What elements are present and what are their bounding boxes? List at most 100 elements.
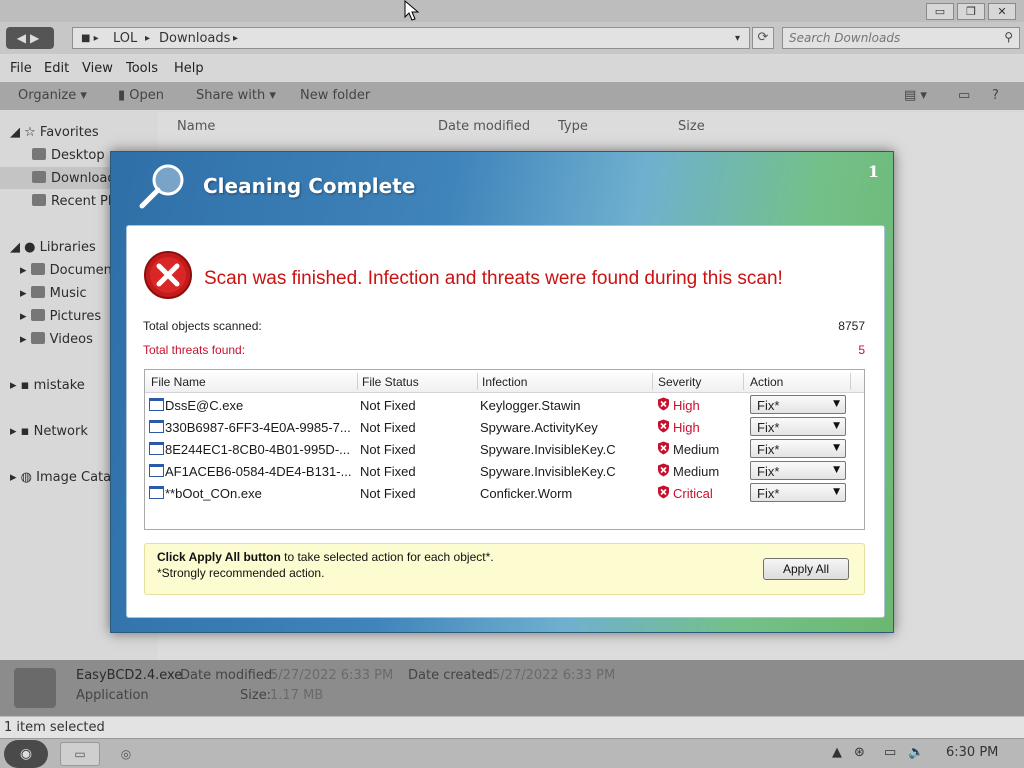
application-file-icon — [14, 668, 56, 708]
header-action[interactable]: Action — [750, 375, 783, 389]
details-date-created-label: Date created: — [408, 668, 498, 683]
menu-edit[interactable]: Edit — [44, 61, 69, 76]
taskbar-clock[interactable]: 6:30 PM — [946, 745, 998, 760]
show-hidden-icons-icon[interactable]: ▲ — [832, 745, 842, 760]
header-file-status[interactable]: File Status — [362, 375, 419, 389]
address-bar[interactable]: ■ ▸ LOL ▸ Downloads ▸ ▾ — [72, 27, 750, 49]
shield-icon — [658, 485, 669, 499]
column-name[interactable]: Name — [177, 119, 215, 134]
nav-libraries[interactable]: ◢ ● Libraries — [10, 240, 96, 255]
help-icon[interactable]: ? — [992, 88, 999, 103]
start-button[interactable]: ◉ — [4, 740, 48, 768]
minimize-button[interactable]: ▭ — [926, 3, 954, 20]
row-severity: Medium — [673, 442, 720, 457]
maximize-button[interactable]: ❐ — [957, 3, 985, 20]
nav-pictures[interactable]: ▸ Pictures — [20, 309, 101, 324]
breadcrumb-lol[interactable]: LOL — [113, 31, 137, 46]
column-size[interactable]: Size — [678, 119, 705, 134]
new-folder-button[interactable]: New folder — [300, 88, 370, 103]
action-dropdown[interactable]: Fix* ▼ — [750, 417, 846, 436]
action-dropdown[interactable]: Fix* ▼ — [750, 483, 846, 502]
dropdown-arrow-icon: ▼ — [833, 399, 840, 409]
nav-favorites[interactable]: ◢ ☆ Favorites — [10, 125, 99, 140]
expand-icon: ▸ — [20, 332, 31, 347]
chevron-down-icon[interactable]: ▾ — [735, 33, 740, 44]
menu-help[interactable]: Help — [174, 61, 204, 76]
title-bar: ▭ ❐ ✕ — [0, 0, 1024, 22]
notice-line-2: *Strongly recommended action. — [157, 566, 325, 580]
nav-documents[interactable]: ▸ Document — [20, 263, 117, 278]
table-row[interactable]: 330B6987-6FF3-4E0A-9985-7... Not Fixed S… — [145, 416, 864, 438]
dropdown-arrow-icon: ▼ — [833, 443, 840, 453]
nav-videos[interactable]: ▸ Videos — [20, 332, 93, 347]
action-dropdown[interactable]: Fix* ▼ — [750, 461, 846, 480]
back-forward-buttons[interactable]: ◀▶ — [6, 27, 54, 49]
menu-file[interactable]: File — [10, 61, 32, 76]
breadcrumb-downloads[interactable]: Downloads — [159, 31, 230, 46]
table-row[interactable]: **bOot_COn.exe Not Fixed Conficker.Worm … — [145, 482, 864, 504]
taskbar-chrome-button[interactable]: ◎ — [106, 742, 146, 766]
column-type[interactable]: Type — [558, 119, 588, 134]
menu-bar: File Edit View Tools Help — [0, 56, 1024, 80]
star-icon: ◢ ☆ — [10, 125, 40, 140]
view-options-icon[interactable]: ▤ ▾ — [904, 88, 927, 103]
nav-image-catalog-label: Image Catal — [36, 470, 115, 485]
table-row[interactable]: 8E244EC1-8CB0-4B01-995D-... Not Fixed Sp… — [145, 438, 864, 460]
preview-pane-icon[interactable]: ▭ — [958, 88, 970, 103]
folder-icon: ■ ▸ — [81, 33, 99, 44]
apply-all-button[interactable]: Apply All — [763, 558, 849, 580]
details-filename: EasyBCD2.4.exe — [76, 668, 183, 683]
threats-table: File Name File Status Infection Severity… — [144, 369, 865, 530]
nav-music-label: Music — [49, 286, 87, 301]
taskbar-explorer-button[interactable]: ▭ — [60, 742, 100, 766]
shield-icon — [658, 463, 669, 477]
header-severity[interactable]: Severity — [658, 375, 701, 389]
column-date-modified[interactable]: Date modified — [438, 119, 530, 134]
row-file-name: **bOot_COn.exe — [165, 486, 262, 501]
shield-icon — [658, 397, 669, 411]
network-tray-icon[interactable]: ▭ — [884, 745, 896, 760]
status-text: 1 item selected — [4, 720, 105, 735]
nav-desktop-label: Desktop — [51, 148, 105, 163]
threats-found-value: 5 — [858, 343, 865, 357]
table-row[interactable]: DssE@C.exe Not Fixed Keylogger.Stawin Hi… — [145, 394, 864, 416]
nav-network[interactable]: ▸ ▪ Network — [10, 424, 88, 439]
row-infection: Conficker.Worm — [480, 486, 573, 501]
nav-recent[interactable]: Recent Pla — [32, 194, 119, 209]
open-button[interactable]: ▮ Open — [118, 88, 164, 103]
table-row[interactable]: AF1ACEB6-0584-4DE4-B131-... Not Fixed Sp… — [145, 460, 864, 482]
notice-rest: to take selected action for each object*… — [280, 550, 494, 564]
menu-view[interactable]: View — [82, 61, 113, 76]
action-dropdown[interactable]: Fix* ▼ — [750, 395, 846, 414]
share-with-button[interactable]: Share with ▾ — [196, 88, 276, 103]
details-pane: EasyBCD2.4.exe Date modified: 5/27/2022 … — [0, 660, 1024, 716]
network-icon: ▸ ▪ — [10, 424, 34, 439]
nav-music[interactable]: ▸ Music — [20, 286, 87, 301]
nav-pictures-label: Pictures — [49, 309, 102, 324]
action-dropdown[interactable]: Fix* ▼ — [750, 439, 846, 458]
action-selected: Fix* — [757, 464, 780, 479]
nav-mistake[interactable]: ▸ ▪ mistake — [10, 378, 85, 393]
mouse-cursor-icon — [404, 0, 420, 21]
dropdown-arrow-icon: ▼ — [833, 465, 840, 475]
file-icon — [149, 442, 164, 455]
close-button[interactable]: ✕ — [988, 3, 1016, 20]
header-file-name[interactable]: File Name — [151, 375, 206, 389]
file-icon — [149, 398, 164, 411]
volume-icon[interactable]: 🔈 — [908, 745, 924, 760]
menu-tools[interactable]: Tools — [126, 61, 158, 76]
search-input[interactable] — [789, 30, 989, 46]
shield-icon — [658, 441, 669, 455]
desktop-icon — [32, 148, 46, 160]
security-tray-icon[interactable]: ⊛ — [854, 745, 865, 760]
refresh-icon[interactable]: ⟳ — [752, 27, 774, 49]
row-file-status: Not Fixed — [360, 464, 416, 479]
header-infection[interactable]: Infection — [482, 375, 527, 389]
search-box[interactable]: ⚲ — [782, 27, 1020, 49]
organize-button[interactable]: Organize ▾ — [18, 88, 87, 103]
table-header: File Name File Status Infection Severity… — [145, 370, 864, 393]
nav-desktop[interactable]: Desktop — [32, 148, 105, 163]
search-icon[interactable]: ⚲ — [1004, 30, 1013, 44]
nav-image-catalog[interactable]: ▸ ◍ Image Catal — [10, 470, 115, 485]
dropdown-arrow-icon: ▼ — [833, 421, 840, 431]
